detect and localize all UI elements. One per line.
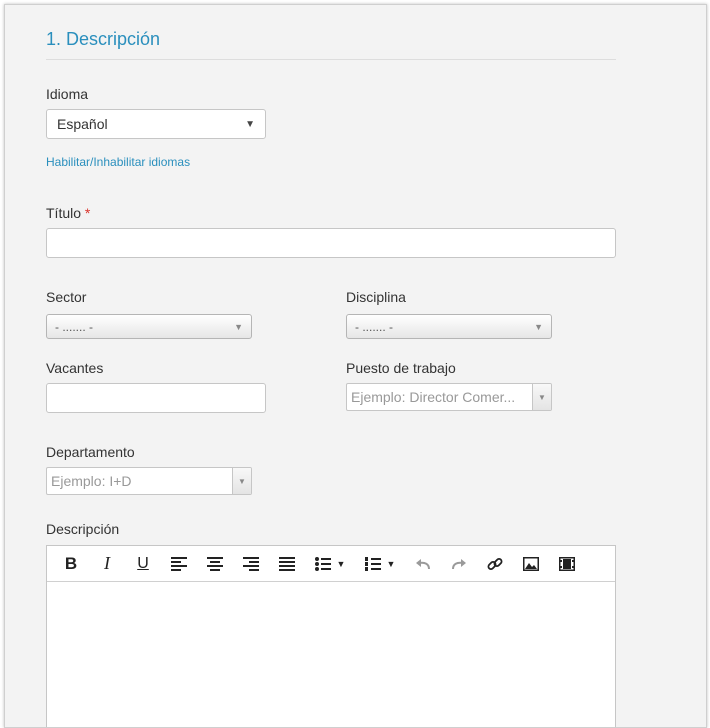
required-mark: * (84, 205, 91, 221)
caret-down-icon[interactable]: ▼ (337, 559, 346, 569)
editor-content-area[interactable] (47, 582, 615, 727)
chevron-down-icon: ▼ (245, 118, 255, 130)
redo-icon[interactable] (441, 549, 477, 579)
toggle-languages-link[interactable]: Habilitar/Inhabilitar idiomas (46, 155, 190, 169)
caret-down-icon[interactable]: ▼ (387, 559, 396, 569)
titulo-label-text: Título (46, 205, 82, 221)
idioma-select[interactable]: Español ▼ (46, 109, 266, 139)
titulo-label: Título * (46, 205, 90, 221)
bullet-list-icon[interactable]: ▼ (305, 549, 355, 579)
undo-icon[interactable] (405, 549, 441, 579)
chevron-down-icon: ▼ (534, 321, 543, 332)
image-icon[interactable] (513, 549, 549, 579)
italic-icon[interactable]: I (89, 549, 125, 579)
video-icon[interactable] (549, 549, 585, 579)
departamento-label: Departamento (46, 444, 135, 460)
departamento-combobox[interactable]: Ejemplo: I+D ▼ (46, 467, 252, 495)
bold-icon[interactable]: B (53, 549, 89, 579)
form-panel: 1. Descripción Idioma Español ▼ Habilita… (4, 4, 707, 728)
align-left-icon[interactable] (161, 549, 197, 579)
puesto-label: Puesto de trabajo (346, 360, 456, 376)
link-icon[interactable] (477, 549, 513, 579)
vacantes-label: Vacantes (46, 360, 104, 376)
departamento-placeholder: Ejemplo: I+D (51, 473, 132, 489)
titulo-input[interactable] (46, 228, 616, 258)
justify-icon[interactable] (269, 549, 305, 579)
editor-toolbar: B I U ▼ ▼ (47, 546, 615, 582)
numbered-list-icon[interactable]: ▼ (355, 549, 405, 579)
align-right-icon[interactable] (233, 549, 269, 579)
rich-text-editor[interactable]: B I U ▼ ▼ (46, 545, 616, 727)
puesto-placeholder: Ejemplo: Director Comer... (351, 389, 516, 405)
puesto-combobox[interactable]: Ejemplo: Director Comer... ▼ (346, 383, 552, 411)
disciplina-label: Disciplina (346, 289, 406, 305)
descripcion-label: Descripción (46, 521, 120, 537)
disciplina-select[interactable]: - ....... - ▼ (346, 314, 552, 339)
idioma-selected-value: Español (57, 116, 108, 132)
section-title: 1. Descripción (46, 29, 161, 49)
sector-label: Sector (46, 289, 87, 305)
chevron-down-icon[interactable]: ▼ (232, 468, 251, 494)
disciplina-selected-value: - ....... - (355, 319, 393, 334)
idioma-label: Idioma (46, 86, 89, 102)
section-divider (46, 59, 616, 60)
sector-select[interactable]: - ....... - ▼ (46, 314, 252, 339)
sector-selected-value: - ....... - (55, 319, 93, 334)
chevron-down-icon: ▼ (234, 321, 243, 332)
vacantes-input[interactable] (46, 383, 266, 413)
chevron-down-icon[interactable]: ▼ (532, 384, 551, 410)
align-center-icon[interactable] (197, 549, 233, 579)
underline-icon[interactable]: U (125, 549, 161, 579)
